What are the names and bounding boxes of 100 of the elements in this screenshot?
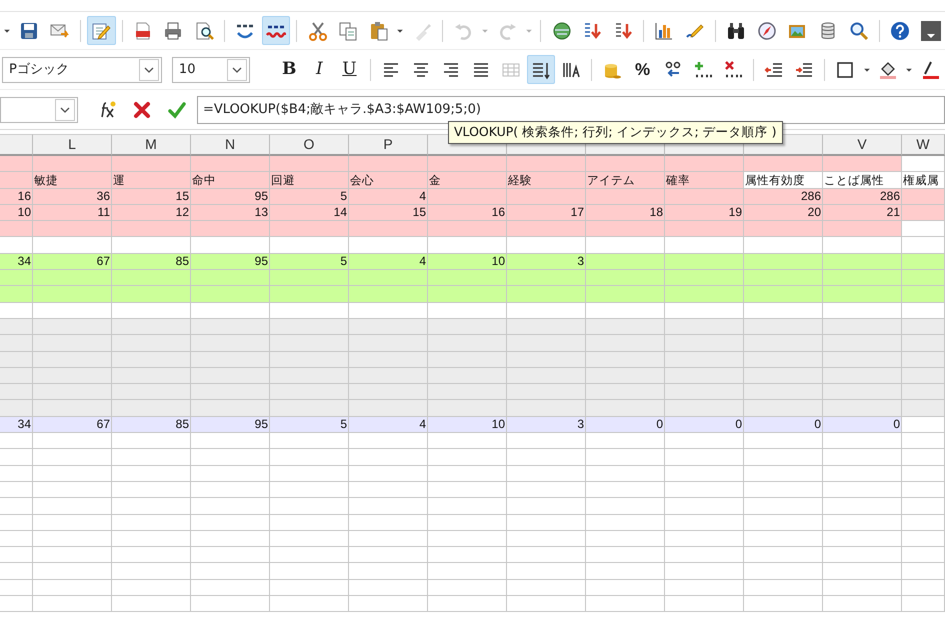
table-cell: 敏捷 <box>33 172 112 189</box>
table-cell: 20 <box>744 204 823 222</box>
sort-down-arrow-icon <box>582 20 602 40</box>
table-cell: 67 <box>33 254 112 270</box>
font-name-field[interactable]: Pゴシック <box>2 56 162 82</box>
percent-button[interactable]: % <box>628 55 657 84</box>
table-cell <box>902 466 945 482</box>
caret-icon <box>60 106 70 112</box>
table-cell <box>0 596 33 612</box>
help-icon <box>890 20 910 40</box>
column-header[interactable]: O <box>270 134 349 156</box>
table-cell: 金 <box>428 172 507 189</box>
caret-icon <box>232 66 242 72</box>
table-cell: 286 <box>744 188 823 205</box>
table-cell: 11 <box>33 204 112 222</box>
table-cell <box>0 449 33 466</box>
table-cell <box>0 563 33 580</box>
table-cell <box>902 530 945 548</box>
square-icon <box>835 60 856 80</box>
table-cell: アイテム <box>586 172 665 189</box>
text-color-icon <box>920 60 941 80</box>
table-cell: 0 <box>744 416 823 434</box>
column-header[interactable]: N <box>191 134 270 156</box>
table-cell: 4 <box>349 254 428 270</box>
column-header[interactable]: V <box>823 134 902 156</box>
table-cell <box>0 514 33 531</box>
table-cell: 17 <box>507 204 586 222</box>
table-cell <box>0 547 33 564</box>
table-cell: 会心 <box>349 172 428 189</box>
column-header[interactable]: L <box>33 134 112 156</box>
table-cell: 67 <box>33 416 112 434</box>
table-cell <box>902 482 945 498</box>
table-cell: 5 <box>270 188 349 205</box>
plus-dots-icon <box>692 60 713 80</box>
table-cell <box>0 498 33 515</box>
column-header[interactable]: W <box>902 134 945 156</box>
caret-icon <box>920 20 941 40</box>
table-cell: 16 <box>0 188 33 205</box>
column-header[interactable]: P <box>349 134 428 156</box>
bar-chart-icon <box>654 20 674 40</box>
table-cell: 4 <box>349 416 428 434</box>
auto-spellcheck-button[interactable] <box>262 16 290 45</box>
table-cell <box>902 514 945 531</box>
table-cell: 13 <box>191 204 270 222</box>
table-cell: 経験 <box>507 172 586 189</box>
table-cell: 5 <box>270 416 349 434</box>
italic-button[interactable]: I <box>305 55 334 84</box>
table-cell <box>902 580 945 596</box>
check-icon <box>166 100 186 120</box>
edit-mode-button[interactable] <box>86 16 116 45</box>
table-cell: 14 <box>270 204 349 222</box>
table-cell: 95 <box>191 188 270 205</box>
table-cell: 85 <box>112 254 191 270</box>
wrap-text-button[interactable] <box>527 55 556 84</box>
table-cell: 19 <box>665 204 744 222</box>
underline-button[interactable]: U <box>335 55 364 84</box>
table-cell: 権威属 <box>902 172 945 189</box>
two-pages-icon <box>338 20 358 40</box>
table-cell: 95 <box>191 416 270 434</box>
clipboard-icon <box>368 20 389 40</box>
bold-button[interactable]: B <box>275 55 304 84</box>
table-cell: 18 <box>586 204 665 222</box>
table-cell <box>902 547 945 564</box>
table-cell <box>902 498 945 515</box>
table-cell: 10 <box>428 416 507 434</box>
paint-bucket-icon <box>878 60 898 80</box>
table-cell: 34 <box>0 254 33 270</box>
table-cell: 確率 <box>665 172 744 189</box>
globe-icon <box>552 20 572 40</box>
table-cell: 運 <box>112 172 191 189</box>
table-cell <box>0 433 33 450</box>
column-header[interactable]: M <box>112 134 191 156</box>
table-cell: 10 <box>428 254 507 270</box>
caret-icon <box>144 66 154 72</box>
table-cell <box>902 596 945 612</box>
table-cell: ことば属性 <box>823 172 902 189</box>
table-cell: 286 <box>823 188 902 205</box>
table-cell: 95 <box>191 254 270 270</box>
table-cell <box>902 433 945 450</box>
table-cell: 0 <box>586 416 665 434</box>
table-cell <box>0 482 33 498</box>
table-cell: 15 <box>349 204 428 222</box>
table-cell: 34 <box>0 416 33 434</box>
binoculars-icon <box>726 20 746 40</box>
scissors-icon <box>308 20 328 40</box>
table-cell: 16 <box>428 204 507 222</box>
table-cell: 命中 <box>191 172 270 189</box>
printer-icon <box>163 20 184 40</box>
table-cell <box>0 466 33 482</box>
table-cell: 36 <box>33 188 112 205</box>
pencil-page-icon <box>91 20 112 40</box>
font-size-field[interactable]: 10 <box>172 56 250 82</box>
table-cell: 0 <box>665 416 744 434</box>
cross-dots-icon <box>722 60 743 80</box>
table-cell: 5 <box>270 254 349 270</box>
table-cell: 4 <box>349 188 428 205</box>
table-cell: 回避 <box>270 172 349 189</box>
search-icon <box>848 20 869 40</box>
table-cell <box>0 580 33 596</box>
table-cell: 0 <box>823 416 902 434</box>
